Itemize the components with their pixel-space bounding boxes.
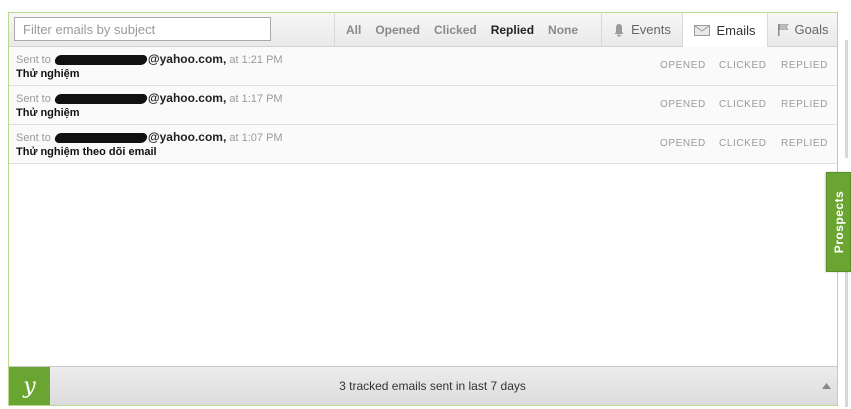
tab-events-label: Events	[631, 22, 671, 37]
clicked-status: CLICKED	[719, 138, 767, 149]
filter-clicked[interactable]: Clicked	[434, 23, 477, 37]
sent-prefix: Sent to	[16, 93, 51, 105]
clicked-status: CLICKED	[719, 99, 767, 110]
redacted-address	[53, 94, 148, 105]
email-subject: Thử nghiệm	[16, 107, 80, 119]
prospects-label: Prospects	[831, 190, 846, 254]
expand-toggle[interactable]	[815, 367, 837, 405]
filter-all[interactable]: All	[346, 23, 361, 37]
recipient-email: @yahoo.com,	[147, 91, 227, 105]
email-row[interactable]: Sent to @yahoo.com, at 1:07 PM Thử nghiệ…	[9, 125, 837, 164]
chevron-up-icon	[821, 383, 831, 389]
filter-none[interactable]: None	[548, 23, 578, 37]
email-meta: Sent to @yahoo.com, at 1:21 PM	[16, 52, 283, 66]
bell-icon	[614, 23, 624, 36]
app-logo[interactable]: y	[9, 367, 50, 405]
sent-prefix: Sent to	[16, 54, 51, 66]
tab-events[interactable]: Events	[602, 13, 683, 46]
envelope-icon	[694, 24, 711, 36]
tab-emails[interactable]: Emails	[683, 13, 768, 47]
email-row[interactable]: Sent to @yahoo.com, at 1:21 PM Thử nghiệ…	[9, 47, 837, 86]
footer-bar: y 3 tracked emails sent in last 7 days	[9, 366, 837, 405]
tracked-summary: 3 tracked emails sent in last 7 days	[339, 379, 526, 393]
flag-icon	[777, 23, 789, 36]
recipient-email: @yahoo.com,	[147, 52, 227, 66]
email-meta: Sent to @yahoo.com, at 1:07 PM	[16, 130, 283, 144]
email-meta: Sent to @yahoo.com, at 1:17 PM	[16, 91, 283, 105]
tab-goals-label: Goals	[794, 22, 829, 37]
sent-time: at 1:17 PM	[229, 93, 283, 105]
search-input[interactable]	[14, 17, 271, 41]
tab-goals[interactable]: Goals	[768, 13, 837, 46]
tab-emails-label: Emails	[716, 22, 756, 38]
filter-replied[interactable]: Replied	[491, 23, 534, 37]
sent-prefix: Sent to	[16, 132, 51, 144]
opened-status: OPENED	[660, 60, 706, 71]
email-row[interactable]: Sent to @yahoo.com, at 1:17 PM Thử nghiệ…	[9, 86, 837, 125]
tracking-panel: All Opened Clicked Replied None Events E…	[8, 12, 838, 406]
sent-time: at 1:07 PM	[229, 132, 283, 144]
opened-status: OPENED	[660, 99, 706, 110]
toolbar: All Opened Clicked Replied None Events E…	[9, 13, 837, 47]
scrollbar-track[interactable]	[845, 40, 848, 158]
scrollbar-track-lower[interactable]	[845, 272, 848, 407]
redacted-address	[53, 55, 148, 66]
sent-time: at 1:21 PM	[229, 54, 283, 66]
recipient-email: @yahoo.com,	[147, 130, 227, 144]
email-subject: Thử nghiệm	[16, 68, 80, 80]
clicked-status: CLICKED	[719, 60, 767, 71]
email-subject: Thử nghiệm theo dõi email	[16, 146, 157, 158]
opened-status: OPENED	[660, 138, 706, 149]
replied-status: REPLIED	[781, 60, 828, 71]
prospects-side-tab[interactable]: Prospects	[826, 172, 851, 272]
redacted-address	[53, 133, 148, 144]
replied-status: REPLIED	[781, 138, 828, 149]
status-filters: All Opened Clicked Replied None	[334, 13, 602, 46]
filter-opened[interactable]: Opened	[375, 23, 420, 37]
replied-status: REPLIED	[781, 99, 828, 110]
